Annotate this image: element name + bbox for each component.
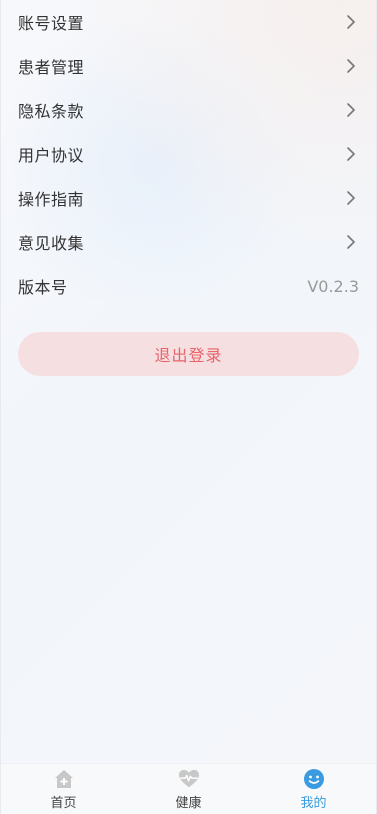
tab-mine[interactable]: 我的	[274, 768, 354, 811]
chevron-right-icon	[343, 146, 359, 162]
menu-item-version: 版本号 V0.2.3	[1, 264, 376, 308]
bottom-tab-bar: 首页 健康 我的	[1, 763, 376, 814]
menu-item-label: 账号设置	[18, 14, 85, 33]
menu-item-label: 操作指南	[18, 190, 85, 209]
heartbeat-icon	[178, 768, 200, 790]
chevron-right-icon	[343, 234, 359, 250]
smiley-face-icon	[303, 768, 325, 790]
settings-menu: 账号设置 患者管理 隐私条款 用户协议 操作指南 意见收集 版本号 V0.2.3	[1, 0, 376, 308]
tab-label: 我的	[300, 795, 327, 811]
home-icon	[53, 768, 75, 790]
tab-label: 首页	[50, 795, 77, 811]
menu-item-operation-guide[interactable]: 操作指南	[1, 176, 376, 220]
version-label: 版本号	[18, 278, 68, 297]
chevron-right-icon	[343, 58, 359, 74]
tab-home[interactable]: 首页	[24, 768, 104, 811]
tab-label: 健康	[175, 795, 202, 811]
menu-item-label: 患者管理	[18, 58, 85, 77]
version-value: V0.2.3	[307, 276, 359, 296]
menu-item-label: 隐私条款	[18, 102, 85, 121]
logout-container: 退出登录	[1, 332, 376, 376]
menu-item-account-settings[interactable]: 账号设置	[1, 0, 376, 44]
menu-item-label: 用户协议	[18, 146, 85, 165]
menu-item-feedback[interactable]: 意见收集	[1, 220, 376, 264]
menu-item-label: 意见收集	[18, 234, 85, 253]
chevron-right-icon	[343, 14, 359, 30]
menu-item-patient-management[interactable]: 患者管理	[1, 44, 376, 88]
menu-item-privacy-policy[interactable]: 隐私条款	[1, 88, 376, 132]
logout-button[interactable]: 退出登录	[18, 332, 359, 376]
tab-health[interactable]: 健康	[149, 768, 229, 811]
menu-item-user-agreement[interactable]: 用户协议	[1, 132, 376, 176]
chevron-right-icon	[343, 190, 359, 206]
chevron-right-icon	[343, 102, 359, 118]
